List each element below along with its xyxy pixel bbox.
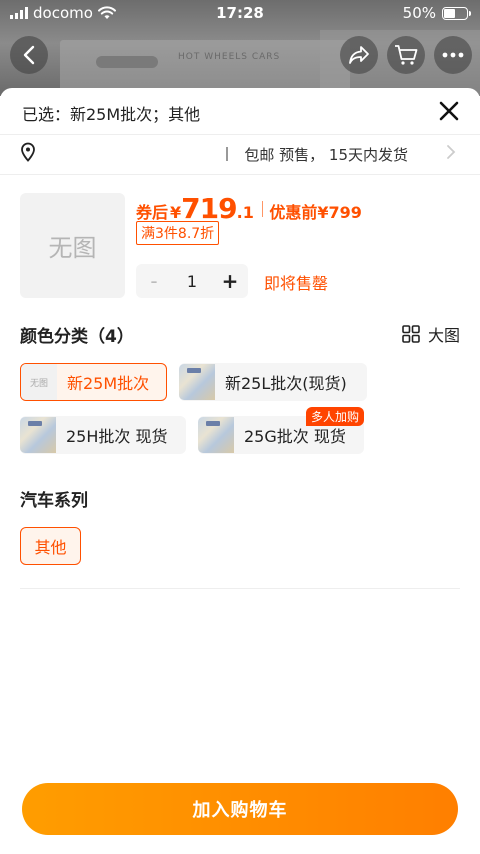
color-section-title: 颜色分类（4） [20, 327, 134, 347]
close-button[interactable] [436, 98, 462, 124]
backdrop-box-text: HOT WHEELS CARS [178, 52, 281, 62]
big-view-label: 大图 [427, 326, 460, 345]
color-option-3[interactable]: 25H批次 现货 [20, 416, 186, 454]
cart-button[interactable] [387, 36, 425, 74]
shipping-row[interactable]: 包邮 预售， 15天内发货 [0, 138, 480, 174]
backdrop-logo [96, 56, 158, 68]
option-thumbnail [20, 417, 56, 453]
stock-status: 即将售罄 [264, 274, 329, 293]
before-discount-label: 优惠前 [269, 203, 318, 222]
more-icon [442, 52, 464, 58]
popular-badge: 多人加购 [305, 407, 364, 426]
series-section-title: 汽车系列 [20, 491, 88, 511]
divider [0, 174, 480, 175]
divider [0, 134, 480, 135]
chevron-left-icon [23, 45, 35, 65]
option-label: 25H批次 现货 [66, 427, 168, 446]
after-coupon-label: 券后 [136, 203, 169, 222]
close-icon [439, 101, 459, 121]
series-option-1[interactable]: 其他 [20, 527, 81, 565]
product-thumbnail[interactable]: 无图 [20, 193, 125, 298]
shipping-info: 包邮 预售， 15天内发货 [244, 144, 408, 165]
color-option-2[interactable]: 新25L批次(现货) [179, 363, 367, 401]
ship-time-label: 15天内发货 [328, 146, 408, 164]
option-label: 新25M批次 [67, 374, 150, 393]
option-label: 新25L批次(现货) [225, 374, 347, 393]
battery-percent: 50% [402, 4, 436, 22]
free-shipping-label: 包邮 [244, 146, 275, 164]
cart-icon [395, 45, 418, 65]
option-label: 25G批次 现货 [244, 427, 346, 446]
big-view-toggle[interactable]: 大图 [402, 322, 460, 346]
quantity-stepper: - 1 + [136, 264, 248, 298]
shipping-separator [226, 147, 228, 161]
battery-icon [442, 6, 471, 20]
price-decimal: .1 [236, 203, 254, 222]
before-discount-price: ¥799 [317, 203, 362, 222]
more-button[interactable] [434, 36, 472, 74]
color-option-4[interactable]: 25G批次 现货 多人加购 [198, 407, 364, 454]
status-bar: docomo 17:28 50% [0, 0, 480, 28]
selected-summary: 已选：新25M批次；其他 [22, 105, 201, 124]
currency-symbol: ¥ [170, 203, 182, 222]
presale-label: 预售， [279, 146, 325, 164]
sku-selector-sheet: 已选：新25M批次；其他 包邮 预售， 15天内发货 无图 券后 ¥ 719 .… [0, 88, 480, 854]
color-option-1[interactable]: 无图 新25M批次 [20, 363, 167, 401]
grid-icon [402, 325, 420, 343]
back-button[interactable] [10, 36, 48, 74]
option-thumbnail [198, 417, 234, 453]
add-to-cart-button[interactable]: 加入购物车 [22, 783, 458, 835]
share-button[interactable] [340, 36, 378, 74]
option-thumbnail [179, 364, 215, 400]
divider [20, 588, 460, 589]
increase-button[interactable]: + [212, 269, 248, 293]
share-icon [349, 46, 369, 64]
price-separator [261, 200, 264, 217]
chevron-right-icon [447, 145, 456, 159]
promo-tag: 满3件8.7折 [136, 221, 220, 245]
option-thumbnail: 无图 [21, 364, 57, 400]
decrease-button[interactable]: - [136, 269, 172, 293]
location-pin-icon [21, 142, 35, 162]
quantity-value[interactable]: 1 [172, 272, 212, 291]
